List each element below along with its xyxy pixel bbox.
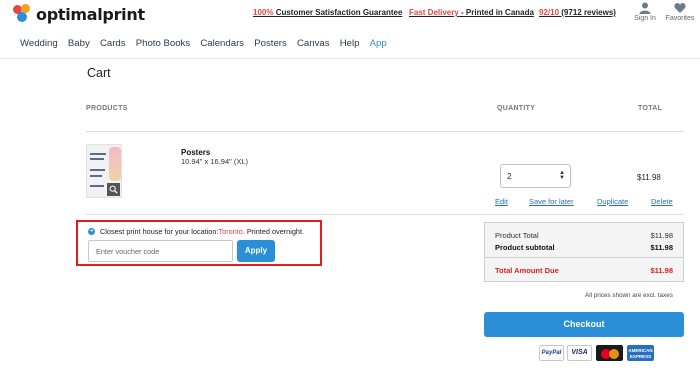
location-city: Toronto <box>218 227 243 236</box>
visa-logo: VISA <box>567 345 592 361</box>
nav-item-app[interactable]: App <box>370 38 387 52</box>
amex-logo: AMERICAN EXPRESS <box>627 345 654 361</box>
edit-link[interactable]: Edit <box>495 197 508 206</box>
summary-divider <box>485 257 683 258</box>
nav-item-wedding[interactable]: Wedding <box>20 38 58 52</box>
fast-delivery-link[interactable]: Fast Delivery - Printed in Canada <box>409 8 534 17</box>
main-nav: Wedding Baby Cards Photo Books Calendars… <box>0 38 397 52</box>
nav-item-calendars[interactable]: Calendars <box>200 38 244 52</box>
products-column-header: PRODUCTS <box>86 105 128 112</box>
voucher-code-input[interactable]: Enter voucher code <box>88 240 233 262</box>
table-divider <box>86 131 684 132</box>
sign-in-label: Sign In <box>634 15 656 22</box>
user-icon <box>639 2 651 14</box>
nav-item-cards[interactable]: Cards <box>100 38 126 52</box>
total-column-header: TOTAL <box>638 105 663 112</box>
nav-item-posters[interactable]: Posters <box>254 38 287 52</box>
product-thumbnail[interactable] <box>86 144 122 198</box>
checkout-button[interactable]: Checkout <box>484 312 684 337</box>
print-location-info: ➜ Closest print house for your location:… <box>88 227 305 236</box>
quantity-select[interactable]: 2 ▲ ▼ <box>500 164 571 188</box>
item-price: $11.98 <box>637 173 661 182</box>
satisfaction-guarantee-link[interactable]: 100% Customer Satisfaction Guarantee <box>253 8 402 17</box>
zoom-icon[interactable] <box>107 183 120 196</box>
select-arrows-icon: ▲ ▼ <box>559 170 565 181</box>
sign-in-button[interactable]: Sign In <box>628 2 662 22</box>
heart-icon <box>674 3 686 13</box>
nav-divider <box>0 58 700 59</box>
table-divider-bottom <box>86 214 684 215</box>
quantity-value: 2 <box>507 172 512 181</box>
total-amount-due-row: Total Amount Due $11.98 <box>495 266 673 275</box>
favorites-button[interactable]: Favorites <box>663 2 697 22</box>
product-name: Posters <box>181 148 211 157</box>
logo-text: optimalprint <box>36 4 145 24</box>
page-title: Cart <box>87 66 111 80</box>
order-summary: Product Total $11.98 Product subtotal $1… <box>484 222 684 282</box>
voucher-section: ➜ Closest print house for your location:… <box>76 220 322 266</box>
product-size: 10.94" x 16.94" (XL) <box>181 157 249 166</box>
product-total-row: Product Total $11.98 <box>495 231 673 240</box>
nav-item-help[interactable]: Help <box>340 38 360 52</box>
apply-voucher-button[interactable]: Apply <box>237 240 275 262</box>
duplicate-link[interactable]: Duplicate <box>597 197 628 206</box>
nav-item-baby[interactable]: Baby <box>68 38 90 52</box>
tax-note: All prices shown are excl. taxes <box>585 292 673 299</box>
quantity-column-header: QUANTITY <box>497 105 536 112</box>
save-for-later-link[interactable]: Save for later <box>529 197 574 206</box>
logo-mark-icon <box>12 4 34 24</box>
nav-item-canvas[interactable]: Canvas <box>297 38 330 52</box>
paypal-logo: PayPal <box>539 345 564 361</box>
mastercard-logo <box>596 345 623 361</box>
nav-item-photo-books[interactable]: Photo Books <box>136 38 190 52</box>
reviews-link[interactable]: 92/10 (9712 reviews) <box>539 8 616 17</box>
site-logo[interactable]: optimalprint <box>12 4 145 24</box>
favorites-label: Favorites <box>665 15 695 22</box>
product-subtotal-row: Product subtotal $11.98 <box>495 243 673 252</box>
delete-link[interactable]: Delete <box>651 197 673 206</box>
arrow-right-icon: ➜ <box>88 228 95 235</box>
site-header: optimalprint 100% Customer Satisfaction … <box>0 0 700 30</box>
